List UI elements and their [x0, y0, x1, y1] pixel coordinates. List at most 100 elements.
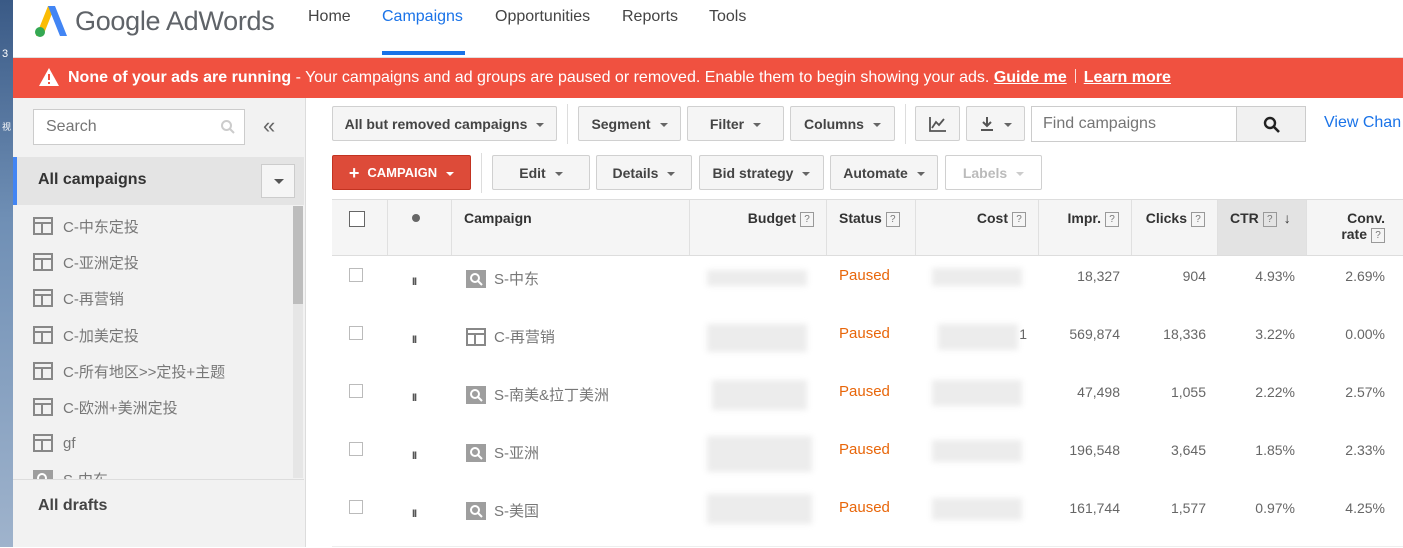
chevron-down-icon	[1004, 122, 1012, 127]
header-budget[interactable]: Budget?	[690, 200, 827, 255]
adwords-logo[interactable]: Google AdWords	[33, 2, 275, 40]
status-text: Paused	[839, 325, 890, 342]
details-button[interactable]: Details	[596, 155, 692, 190]
help-icon[interactable]: ?	[1191, 212, 1205, 227]
sidebar-campaign-item[interactable]: gf	[33, 425, 76, 461]
campaign-tree: C-中东定投 C-亚洲定投 C-再营销 C-加美定投 C-所有地区>>定投+主题…	[13, 208, 292, 480]
header-conv-rate[interactable]: Conv. rate?	[1307, 200, 1403, 255]
help-icon[interactable]: ?	[1262, 212, 1277, 227]
automate-button[interactable]: Automate	[830, 155, 938, 190]
redacted-cost	[932, 440, 1022, 462]
scrollbar-thumb[interactable]	[293, 206, 303, 304]
cost-value: 1	[1019, 326, 1027, 342]
search-campaign-icon	[466, 501, 486, 520]
sidebar-campaign-item[interactable]: C-所有地区>>定投+主题	[33, 353, 225, 389]
top-navigation: Google AdWords Home Campaigns Opportunit…	[13, 0, 1403, 58]
sidebar-campaign-item[interactable]: S-中东	[33, 461, 108, 480]
table-row[interactable]: II C-再营销 Paused 1 569,874 18,336 3.22% 0…	[332, 314, 1403, 373]
bid-strategy-button[interactable]: Bid strategy	[699, 155, 824, 190]
alert-message: - Your campaigns and ad groups are pause…	[291, 69, 990, 86]
campaign-link[interactable]: S-亚洲	[466, 442, 539, 463]
header-impr[interactable]: Impr.?	[1039, 200, 1132, 255]
select-all-checkbox[interactable]	[349, 211, 365, 227]
all-drafts-item[interactable]: All drafts	[38, 497, 107, 515]
clicks-value: 904	[1182, 268, 1206, 284]
help-icon[interactable]: ?	[885, 212, 900, 227]
table-row[interactable]: II S-亚洲 Paused 196,548 3,645 1.85% 2.33%	[332, 430, 1403, 489]
chevron-down-icon	[446, 171, 455, 176]
sidebar-search-input[interactable]	[34, 110, 216, 144]
help-icon[interactable]: ?	[800, 212, 814, 227]
chevron-down-icon	[659, 122, 668, 127]
header-budget-label: Budget	[747, 210, 796, 226]
table-header: Campaign Budget? Status? Cost? Impr.? Cl…	[332, 200, 1403, 256]
line-chart-icon	[928, 116, 946, 132]
paused-icon: II	[412, 392, 417, 404]
chevron-down-icon	[667, 171, 676, 176]
collapse-sidebar-button[interactable]: «	[263, 115, 275, 137]
tab-home[interactable]: Home	[308, 8, 351, 40]
header-clicks-label: Clicks	[1145, 210, 1187, 226]
sidebar-campaign-item[interactable]: C-欧洲+美洲定投	[33, 389, 178, 425]
sort-descending-icon: ↓	[1283, 210, 1291, 226]
campaign-link[interactable]: C-再营销	[466, 326, 555, 347]
row-checkbox[interactable]	[349, 268, 363, 282]
help-icon[interactable]: ?	[1105, 212, 1119, 227]
details-label: Details	[612, 164, 659, 181]
columns-label: Columns	[804, 115, 864, 132]
header-cost[interactable]: Cost?	[916, 200, 1039, 255]
campaign-link[interactable]: S-美国	[466, 500, 539, 521]
header-status-label: Status	[839, 210, 882, 226]
chart-toggle-button[interactable]	[915, 106, 960, 141]
header-status-dot[interactable]	[388, 200, 452, 255]
labels-button[interactable]: Labels	[945, 155, 1042, 190]
row-checkbox[interactable]	[349, 326, 363, 340]
help-icon[interactable]: ?	[1012, 212, 1026, 227]
sidebar-campaign-item[interactable]: C-亚洲定投	[33, 244, 139, 280]
sidebar-campaign-item[interactable]: C-再营销	[33, 280, 124, 316]
all-campaigns-dropdown-button[interactable]	[261, 164, 295, 198]
header-clicks[interactable]: Clicks?	[1132, 200, 1218, 255]
tab-opportunities[interactable]: Opportunities	[495, 8, 590, 40]
conv-rate-value: 4.25%	[1345, 500, 1385, 516]
table-row[interactable]: II S-南美&拉丁美洲 Paused 47,498 1,055 2.22% 2…	[332, 372, 1403, 431]
row-checkbox[interactable]	[349, 500, 363, 514]
row-checkbox[interactable]	[349, 442, 363, 456]
edit-button[interactable]: Edit	[492, 155, 590, 190]
sidebar-scrollbar[interactable]	[293, 206, 303, 478]
chevron-down-icon	[274, 179, 284, 184]
guide-me-link[interactable]: Guide me	[994, 69, 1067, 86]
learn-more-link[interactable]: Learn more	[1084, 69, 1171, 86]
download-button[interactable]	[966, 106, 1025, 141]
campaign-link[interactable]: S-南美&拉丁美洲	[466, 384, 609, 405]
header-campaign[interactable]: Campaign	[452, 200, 690, 255]
all-campaigns-item[interactable]: All campaigns	[13, 157, 304, 205]
find-campaigns-button[interactable]	[1236, 106, 1306, 142]
tab-campaigns[interactable]: Campaigns	[382, 8, 463, 40]
filter-button[interactable]: Filter	[687, 106, 784, 141]
row-checkbox[interactable]	[349, 384, 363, 398]
find-campaigns-input[interactable]	[1032, 107, 1233, 141]
sidebar-campaign-item[interactable]: C-中东定投	[33, 208, 139, 244]
campaign-link[interactable]: S-中东	[466, 268, 539, 289]
tab-tools[interactable]: Tools	[709, 8, 746, 40]
header-ctr[interactable]: CTR? ↓	[1218, 200, 1307, 255]
help-icon[interactable]: ?	[1371, 228, 1385, 243]
sidebar-campaign-label: C-加美定投	[63, 327, 139, 345]
table-row[interactable]: II S-美国 Paused 161,744 1,577 0.97% 4.25%	[332, 488, 1403, 547]
tab-reports[interactable]: Reports	[622, 8, 678, 40]
segment-button[interactable]: Segment	[578, 106, 681, 141]
table-row[interactable]: II S-中东 Paused 18,327 904 4.93% 2.69%	[332, 256, 1403, 315]
clicks-value: 1,577	[1170, 500, 1206, 516]
header-status[interactable]: Status?	[827, 200, 916, 255]
redacted-cost	[932, 498, 1022, 520]
columns-button[interactable]: Columns	[790, 106, 895, 141]
conv-rate-value: 2.57%	[1345, 384, 1385, 400]
ctr-value: 3.22%	[1255, 326, 1295, 342]
sidebar-campaign-item[interactable]: C-加美定投	[33, 317, 139, 353]
campaign-scope-dropdown[interactable]: All but removed campaigns	[332, 106, 557, 141]
impr-value: 569,874	[1069, 326, 1120, 342]
chevron-down-icon	[554, 171, 563, 176]
new-campaign-button[interactable]: + CAMPAIGN	[332, 155, 471, 190]
view-changes-link[interactable]: View Chan	[1324, 114, 1401, 132]
